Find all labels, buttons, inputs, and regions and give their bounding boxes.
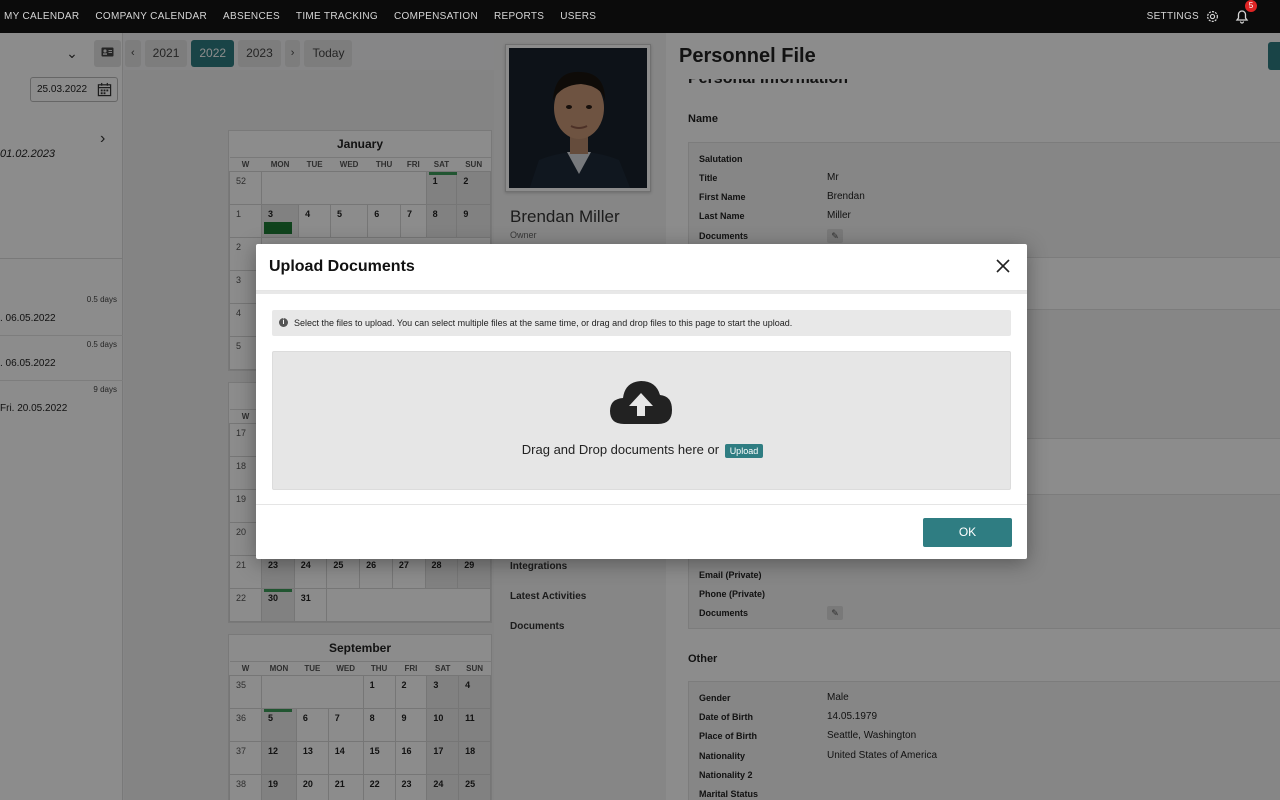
ok-button[interactable]: OK — [923, 518, 1012, 547]
info-message: i Select the files to upload. You can se… — [272, 310, 1011, 336]
notifications-button[interactable]: 5 — [1234, 0, 1257, 26]
drop-instruction: Drag and Drop documents here or Upload — [273, 442, 1012, 458]
nav-my-calendar[interactable]: MY CALENDAR — [0, 0, 87, 33]
nav-users[interactable]: USERS — [552, 0, 604, 33]
drop-zone[interactable]: Drag and Drop documents here or Upload — [272, 351, 1011, 490]
notification-badge: 5 — [1245, 0, 1257, 12]
divider — [256, 291, 1027, 294]
close-icon[interactable] — [995, 258, 1011, 274]
info-icon: i — [279, 318, 288, 327]
settings-label: SETTINGS — [1146, 11, 1199, 22]
drop-text: Drag and Drop documents here or — [521, 442, 720, 457]
divider — [256, 504, 1027, 505]
nav-absences[interactable]: ABSENCES — [215, 0, 288, 33]
top-navigation: MY CALENDAR COMPANY CALENDAR ABSENCES TI… — [0, 0, 1280, 33]
info-text: Select the files to upload. You can sele… — [294, 318, 793, 328]
gear-icon — [1207, 11, 1218, 22]
cloud-upload-icon — [610, 381, 672, 424]
dialog-title: Upload Documents — [269, 258, 415, 275]
nav-time-tracking[interactable]: TIME TRACKING — [288, 0, 386, 33]
nav-reports[interactable]: REPORTS — [486, 0, 552, 33]
nav-compensation[interactable]: COMPENSATION — [386, 0, 486, 33]
upload-button[interactable]: Upload — [724, 443, 764, 458]
nav-company-calendar[interactable]: COMPANY CALENDAR — [87, 0, 215, 33]
settings-link[interactable]: SETTINGS — [1147, 9, 1220, 24]
upload-documents-dialog: Upload Documents i Select the files to u… — [256, 244, 1027, 559]
dialog-header: Upload Documents — [256, 244, 1027, 291]
